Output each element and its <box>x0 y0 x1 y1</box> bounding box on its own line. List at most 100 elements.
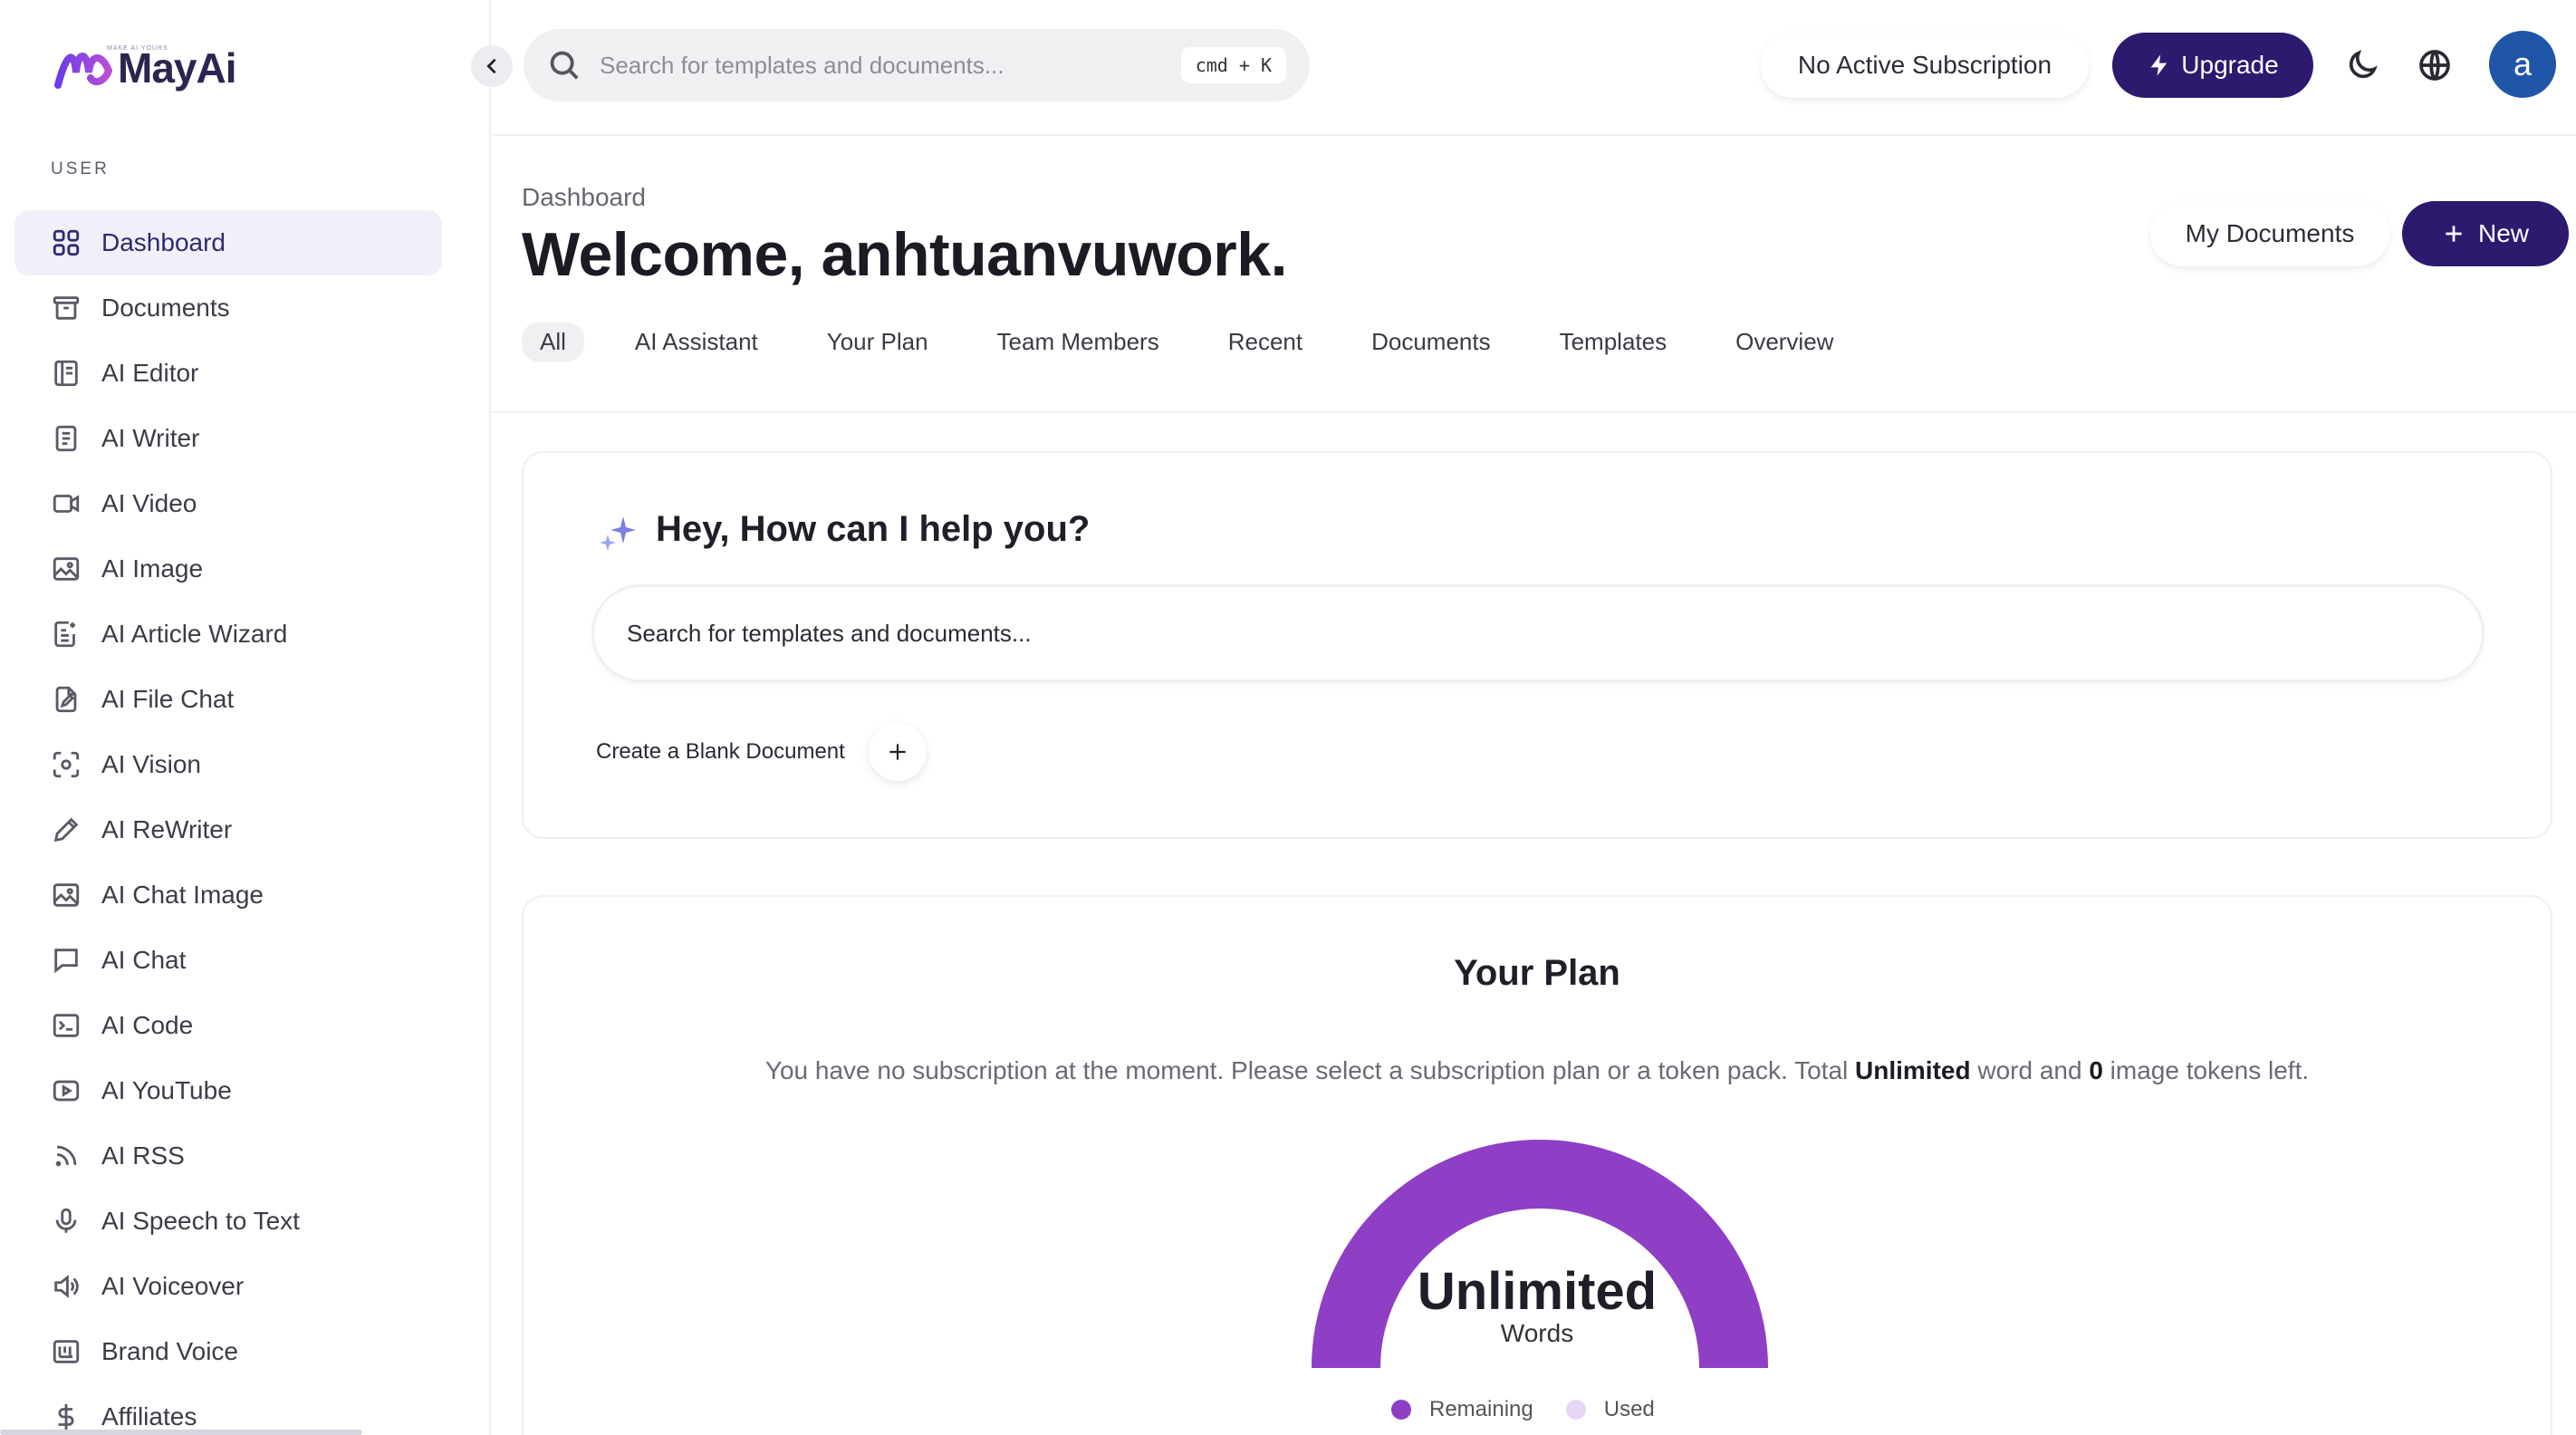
sidebar-item-label: AI Vision <box>101 750 201 778</box>
legend-dot-used <box>1565 1400 1586 1420</box>
plan-desc-middle: word and <box>1970 1056 2090 1084</box>
tab-ai-assistant[interactable]: AI Assistant <box>617 323 776 361</box>
logo-tagline: MAKE AI YOURS <box>107 45 168 52</box>
upgrade-label: Upgrade <box>2181 51 2279 79</box>
sidebar-item-ai-code[interactable]: AI Code <box>14 993 442 1058</box>
sidebar-item-label: AI ReWriter <box>101 815 233 843</box>
sidebar-item-ai-youtube[interactable]: AI YouTube <box>14 1058 442 1123</box>
chat-bubble-icon <box>54 949 78 974</box>
sidebar-item-ai-editor[interactable]: AI Editor <box>14 341 442 406</box>
terminal-icon <box>53 1014 80 1037</box>
ai-assistant-card: Hey, How can I help you? Create a Blank … <box>522 451 2552 839</box>
lightning-icon <box>2150 54 2167 76</box>
tab-templates[interactable]: Templates <box>1542 323 1686 361</box>
pencil-icon <box>53 817 79 843</box>
sidebar-item-ai-writer[interactable]: AI Writer <box>14 406 442 471</box>
sidebar-item-label: Documents <box>101 294 230 322</box>
sidebar-item-affiliates[interactable]: Affiliates <box>14 1384 442 1435</box>
sidebar-item-ai-rss[interactable]: AI RSS <box>14 1123 442 1189</box>
sidebar-item-label: AI Image <box>101 554 204 583</box>
sparkle-icon <box>600 516 636 551</box>
sidebar-item-ai-file-chat[interactable]: AI File Chat <box>14 667 442 732</box>
rss-icon <box>55 1145 77 1167</box>
create-blank-document-label: Create a Blank Document <box>596 739 845 764</box>
create-blank-document-button[interactable] <box>868 723 927 781</box>
scan-eye-icon <box>53 751 80 778</box>
search-icon <box>550 51 579 80</box>
language-button[interactable] <box>2413 43 2456 87</box>
assistant-search-input[interactable] <box>627 619 2257 648</box>
sidebar-item-label: AI Chat Image <box>101 881 264 909</box>
image-icon <box>53 883 80 907</box>
page-title: Welcome, anhtuanvuwork. <box>522 220 1287 289</box>
top-search-input[interactable] <box>600 51 1143 80</box>
tab-overview[interactable]: Overview <box>1717 323 1851 361</box>
your-plan-card: Your Plan You have no subscription at th… <box>522 895 2552 1435</box>
sidebar-item-ai-chat[interactable]: AI Chat <box>14 928 442 993</box>
sidebar-item-label: Dashboard <box>101 228 226 256</box>
create-blank-document[interactable]: Create a Blank Document <box>596 723 927 781</box>
globe-icon <box>2419 50 2450 81</box>
archive-icon <box>53 296 80 320</box>
user-avatar[interactable]: a <box>2489 31 2556 98</box>
plus-icon <box>889 744 906 760</box>
sidebar-item-ai-rewriter[interactable]: AI ReWriter <box>14 797 442 862</box>
sidebar-item-label: AI Video <box>101 489 197 517</box>
sidebar-item-label: AI Editor <box>101 359 199 387</box>
sidebar-section-label: USER <box>51 159 110 178</box>
sidebar-nav: Dashboard Documents AI Editor AI Writer … <box>14 210 442 1435</box>
plan-desc-prefix: You have no subscription at the moment. … <box>764 1056 1856 1084</box>
plus-icon <box>2446 226 2462 242</box>
dashboard-header: Dashboard Welcome, anhtuanvuwork. My Doc… <box>493 136 2576 413</box>
breadcrumb: Dashboard <box>522 183 646 211</box>
sidebar-item-ai-chat-image[interactable]: AI Chat Image <box>14 862 442 928</box>
legend-label: Remaining <box>1429 1397 1533 1421</box>
chevron-left-icon <box>486 59 496 73</box>
youtube-icon <box>53 1080 80 1102</box>
subscription-status-button[interactable]: No Active Subscription <box>1761 33 2089 98</box>
speaker-icon <box>54 1275 79 1298</box>
gauge-legend: Remaining Used <box>1391 1397 1655 1422</box>
sidebar-item-ai-vision[interactable]: AI Vision <box>14 732 442 797</box>
sidebar-scrollbar[interactable] <box>0 1430 362 1435</box>
tab-documents[interactable]: Documents <box>1353 323 1509 361</box>
legend-dot-remaining <box>1391 1400 1411 1420</box>
sidebar-item-ai-voiceover[interactable]: AI Voiceover <box>14 1254 442 1319</box>
sidebar-item-brand-voice[interactable]: Brand Voice <box>14 1319 442 1384</box>
sidebar-item-ai-video[interactable]: AI Video <box>14 471 442 536</box>
dark-mode-toggle[interactable] <box>2341 43 2384 87</box>
sidebar-item-label: AI Article Wizard <box>101 620 288 648</box>
sidebar-item-label: AI Voiceover <box>101 1272 245 1300</box>
search-shortcut-badge: cmd + K <box>1180 47 1286 83</box>
sidebar-item-dashboard[interactable]: Dashboard <box>14 210 442 275</box>
sidebar-item-ai-speech-to-text[interactable]: AI Speech to Text <box>14 1189 442 1254</box>
mayai-logo-icon <box>54 53 112 89</box>
moon-icon <box>2349 50 2378 79</box>
tab-all[interactable]: All <box>522 323 584 361</box>
brand-icon <box>53 1340 80 1363</box>
new-button[interactable]: New <box>2402 201 2569 266</box>
document-icon <box>55 425 77 452</box>
microphone-icon <box>55 1208 77 1233</box>
article-wand-icon <box>54 621 75 648</box>
top-search-bar[interactable]: cmd + K <box>524 29 1310 101</box>
sidebar-item-label: AI RSS <box>101 1141 185 1170</box>
tab-team-members[interactable]: Team Members <box>979 323 1177 361</box>
sidebar-item-ai-article-wizard[interactable]: AI Article Wizard <box>14 602 442 667</box>
assistant-search-bar[interactable] <box>594 587 2482 679</box>
upgrade-button[interactable]: Upgrade <box>2112 33 2313 98</box>
sidebar-item-label: AI Chat <box>101 946 187 974</box>
image-tokens-value: 0 <box>2089 1056 2103 1084</box>
my-documents-button[interactable]: My Documents <box>2150 201 2389 266</box>
sidebar-item-ai-image[interactable]: AI Image <box>14 536 442 602</box>
grid-icon <box>53 229 80 256</box>
sidebar-collapse-button[interactable] <box>471 45 513 87</box>
tab-recent[interactable]: Recent <box>1210 323 1321 361</box>
tab-your-plan[interactable]: Your Plan <box>809 323 947 361</box>
sidebar-item-documents[interactable]: Documents <box>14 275 442 341</box>
sidebar: MayAi MAKE AI YOURS USER Dashboard Docum… <box>0 0 491 1435</box>
plan-title: Your Plan <box>1454 953 1620 993</box>
legend-item-used: Used <box>1565 1397 1655 1422</box>
legend-item-remaining: Remaining <box>1391 1397 1533 1422</box>
sidebar-item-label: Brand Voice <box>101 1337 238 1365</box>
